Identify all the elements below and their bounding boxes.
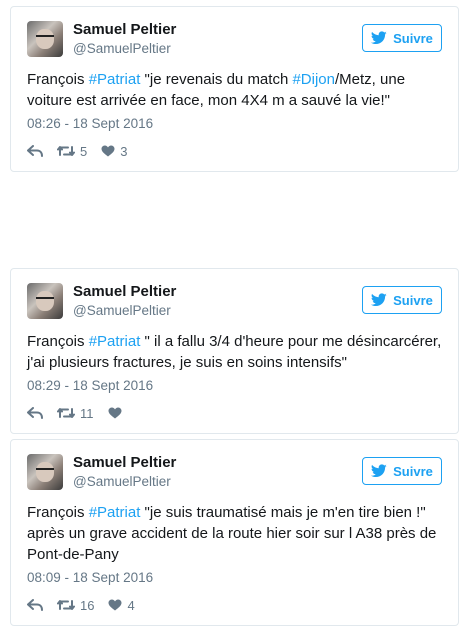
tweet-header: Samuel Peltier @SamuelPeltier Suivre — [27, 281, 442, 325]
author-handle[interactable]: @SamuelPeltier — [73, 474, 171, 489]
heart-icon — [108, 407, 121, 419]
avatar[interactable] — [27, 454, 63, 490]
tweet-text: François #Patriat "je revenais du match … — [27, 69, 442, 111]
tweet-header: Samuel Peltier @SamuelPeltier Suivre — [27, 452, 442, 496]
hashtag-link[interactable]: #Dijon — [292, 71, 335, 88]
hashtag-link[interactable]: #Patriat — [89, 504, 141, 521]
like-button[interactable]: 4 — [108, 597, 135, 613]
tweet-actions: 11 — [27, 393, 442, 433]
tweet-text-segment: François — [27, 504, 89, 521]
tweet-timestamp[interactable]: 08:09 - 18 Sept 2016 — [27, 570, 442, 585]
author-handle[interactable]: @SamuelPeltier — [73, 41, 171, 56]
retweet-icon — [57, 600, 75, 610]
hashtag-link[interactable]: #Patriat — [89, 71, 141, 88]
retweet-count: 16 — [80, 597, 95, 613]
follow-button[interactable]: Suivre — [362, 457, 442, 485]
like-count: 4 — [127, 597, 135, 613]
author-name[interactable]: Samuel Peltier — [73, 21, 176, 38]
reply-button[interactable] — [27, 599, 43, 611]
retweet-icon — [57, 146, 75, 156]
retweet-button[interactable]: 11 — [57, 406, 94, 421]
twitter-bird-icon — [371, 31, 387, 44]
author-name[interactable]: Samuel Peltier — [73, 283, 176, 300]
avatar[interactable] — [27, 283, 63, 319]
follow-button[interactable]: Suivre — [362, 24, 442, 52]
retweet-button[interactable]: 5 — [57, 144, 87, 159]
tweet-card: Samuel Peltier @SamuelPeltier Suivre Fra… — [10, 439, 459, 626]
tweet-text-segment: François — [27, 333, 89, 350]
heart-icon — [108, 599, 122, 611]
hashtag-link[interactable]: #Patriat — [89, 333, 141, 350]
author-handle[interactable]: @SamuelPeltier — [73, 303, 171, 318]
avatar[interactable] — [27, 21, 63, 57]
like-button[interactable] — [108, 407, 127, 419]
tweet-actions: 16 4 — [27, 585, 442, 625]
reply-button[interactable] — [27, 407, 43, 419]
tweet-actions: 5 3 — [27, 131, 442, 171]
heart-icon — [101, 145, 115, 157]
reply-button[interactable] — [27, 145, 43, 157]
reply-icon — [27, 145, 43, 157]
retweet-count: 11 — [80, 405, 94, 421]
retweet-icon — [57, 408, 75, 418]
author-name[interactable]: Samuel Peltier — [73, 454, 176, 471]
tweet-card: Samuel Peltier @SamuelPeltier Suivre Fra… — [10, 268, 459, 434]
tweet-timestamp[interactable]: 08:29 - 18 Sept 2016 — [27, 378, 442, 393]
like-count: 3 — [120, 143, 128, 159]
tweet-header: Samuel Peltier @SamuelPeltier Suivre — [27, 19, 442, 63]
retweet-button[interactable]: 16 — [57, 598, 94, 613]
follow-label: Suivre — [393, 463, 433, 479]
reply-icon — [27, 599, 43, 611]
tweet-text-segment: "je revenais du match — [140, 71, 293, 88]
retweet-count: 5 — [80, 143, 88, 159]
tweet-timestamp[interactable]: 08:26 - 18 Sept 2016 — [27, 116, 442, 131]
follow-label: Suivre — [393, 30, 433, 46]
follow-label: Suivre — [393, 292, 433, 308]
reply-icon — [27, 407, 43, 419]
follow-button[interactable]: Suivre — [362, 286, 442, 314]
tweet-text-segment: François — [27, 71, 89, 88]
tweet-card: Samuel Peltier @SamuelPeltier Suivre Fra… — [10, 6, 459, 172]
twitter-bird-icon — [371, 293, 387, 306]
tweet-text: François #Patriat " il a fallu 3/4 d'heu… — [27, 331, 442, 373]
tweet-text: François #Patriat "je suis traumatisé ma… — [27, 502, 442, 565]
twitter-bird-icon — [371, 464, 387, 477]
like-button[interactable]: 3 — [101, 144, 127, 159]
